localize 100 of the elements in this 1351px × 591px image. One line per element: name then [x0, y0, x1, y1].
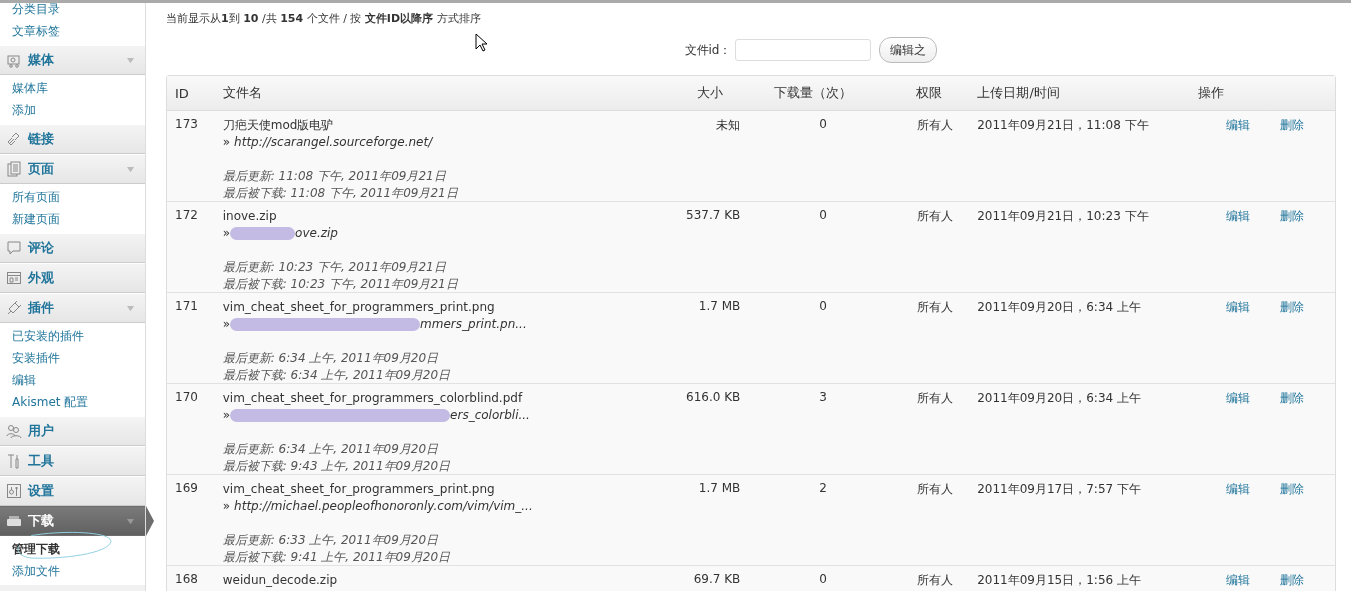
link-marker: »	[222, 225, 231, 242]
sidebar-menu-item[interactable]: 设置	[0, 476, 145, 506]
download-count-cell-text: 3	[818, 390, 828, 406]
last-updated-text: 最后更新: 6:34 上午, 2011年09月20日	[222, 441, 440, 458]
sidebar-menu-item[interactable]: 页面	[0, 154, 145, 184]
file-name: vim_cheat_sheet_for_programmers_print.png	[222, 481, 496, 498]
file-name: vim_cheat_sheet_for_programmers_colorblind.pdf	[222, 390, 524, 407]
dropdown-arrow-icon	[126, 517, 135, 525]
last-updated-text: 最后更新: 11:08 下午, 2011年09月21日	[222, 168, 447, 185]
current-pointer-icon	[146, 506, 154, 536]
last-updated-text: 最后更新: 10:23 下午, 2011年09月21日	[222, 259, 447, 276]
file-url: mmers_print.pn...	[420, 316, 527, 333]
mouse-cursor-icon	[475, 33, 487, 52]
delete-link[interactable]: 删除	[1279, 390, 1304, 474]
download-icon	[6, 513, 22, 529]
download-count-cell-text: 0	[818, 299, 828, 315]
user-icon	[6, 423, 22, 439]
file-url: http://scarangel.sourceforge.net/	[234, 134, 433, 151]
id-cell-text: 173	[174, 117, 199, 133]
sidebar-menu-item[interactable]: 评论	[0, 233, 145, 263]
id-cell-text: 170	[174, 390, 199, 406]
sidebar-menu-item[interactable]: 用户	[0, 416, 145, 446]
download-count-cell-text: 0	[818, 117, 828, 133]
theme-icon	[6, 270, 22, 286]
permission-cell-text: 所有人	[916, 481, 955, 498]
sidebar-subitem[interactable]: 管理下载	[0, 538, 145, 560]
column-header: 下载量（次）	[773, 84, 854, 102]
last-downloaded-text: 最后被下载: 6:34 上午, 2011年09月20日	[222, 367, 452, 384]
last-updated-text: 最后更新: 6:34 上午, 2011年09月20日	[222, 350, 440, 367]
sidebar-subitem[interactable]: 编辑	[0, 369, 145, 391]
column-header: 大小	[695, 84, 724, 102]
sidebar-menu-item[interactable]: 媒体	[0, 45, 145, 75]
id-cell-text: 169	[174, 481, 199, 497]
tool-icon	[6, 453, 22, 469]
edit-link[interactable]: 编辑	[1225, 572, 1250, 591]
edit-link[interactable]: 编辑	[1225, 481, 1250, 565]
delete-link[interactable]: 删除	[1279, 208, 1304, 292]
sidebar-menu-item[interactable]: 插件	[0, 293, 145, 323]
file-url: http://michael.peopleofhonoronly.com/vim/vim_...	[234, 498, 533, 515]
sidebar-subitem[interactable]: 新建页面	[0, 208, 145, 230]
sidebar-subitem[interactable]: Akismet 配置	[0, 391, 145, 413]
edit-link[interactable]: 编辑	[1225, 390, 1250, 474]
file-name: inove.zip	[222, 208, 278, 225]
column-header: ID	[174, 85, 190, 101]
file-name: 刀疤天使mod版电驴	[222, 117, 335, 134]
upload-date-cell-text: 2011年09月20日，6:34 上午	[976, 390, 1142, 407]
size-cell-text: 616.0 KB	[685, 390, 742, 406]
last-updated-text: 最后更新: 6:33 上午, 2011年09月20日	[222, 532, 440, 549]
comment-icon	[6, 240, 22, 256]
size-cell-text: 537.7 KB	[685, 208, 742, 224]
upload-date-cell-text: 2011年09月17日，7:57 下午	[976, 481, 1142, 498]
summary-text: 当前显示从1到 10 /共 154 个文件 / 按 文件ID以降序 方式排序	[166, 11, 482, 27]
size-cell-text: 1.7 MB	[697, 481, 742, 497]
id-cell-text: 171	[174, 299, 199, 315]
edit-button[interactable]: 编辑之	[879, 37, 938, 63]
file-id-label: 文件id：	[684, 41, 732, 59]
permission-cell-text: 所有人	[916, 390, 955, 407]
sidebar-subitem[interactable]: 添加文件	[0, 560, 145, 582]
edit-link[interactable]: 编辑	[1225, 117, 1250, 201]
column-header: 权限	[914, 84, 943, 102]
file-id-input[interactable]	[735, 39, 872, 61]
sidebar-menu-item[interactable]: 工具	[0, 446, 145, 476]
sidebar-menu-item[interactable]: 外观	[0, 263, 145, 293]
sidebar-subitem[interactable]: 添加	[0, 99, 145, 121]
column-header: 文件名	[221, 84, 263, 102]
file-name: vim_cheat_sheet_for_programmers_print.png	[222, 299, 496, 316]
file-url: ove.zip	[295, 225, 338, 242]
sidebar-subitem[interactable]: 媒体库	[0, 77, 145, 99]
edit-link[interactable]: 编辑	[1225, 299, 1250, 383]
link-marker: »	[222, 316, 231, 333]
upload-date-cell-text: 2011年09月20日，6:34 上午	[976, 299, 1142, 316]
plugin-icon	[6, 300, 22, 316]
upload-date-cell-text: 2011年09月15日，1:56 上午	[976, 572, 1142, 589]
dropdown-arrow-icon	[126, 56, 135, 64]
permission-cell-text: 所有人	[916, 572, 955, 589]
sidebar-subitem[interactable]: 所有页面	[0, 186, 145, 208]
file-url: ers_colorbli...	[450, 407, 530, 424]
size-cell-text: 1.7 MB	[697, 299, 742, 315]
link-marker: »	[222, 134, 231, 151]
sidebar-menu-item[interactable]: 链接	[0, 124, 145, 154]
last-downloaded-text: 最后被下载: 9:41 上午, 2011年09月20日	[222, 549, 452, 566]
sidebar-subitem[interactable]: 已安装的插件	[0, 325, 145, 347]
sidebar-subitem[interactable]: 文章标签	[0, 20, 145, 42]
sidebar-subitem[interactable]: 分类目录	[0, 3, 145, 20]
size-cell-text: 69.7 KB	[692, 572, 742, 588]
settings-icon	[6, 483, 22, 499]
delete-link[interactable]: 删除	[1279, 117, 1304, 201]
link-icon	[6, 131, 22, 147]
permission-cell-text: 所有人	[916, 299, 955, 316]
permission-cell-text: 所有人	[916, 117, 955, 134]
last-downloaded-text: 最后被下载: 10:23 下午, 2011年09月21日	[222, 276, 459, 293]
upload-date-cell-text: 2011年09月21日，11:08 下午	[976, 117, 1150, 134]
edit-link[interactable]: 编辑	[1225, 208, 1250, 292]
column-header: 操作	[1196, 84, 1225, 102]
delete-link[interactable]: 删除	[1279, 299, 1304, 383]
sidebar-subitem[interactable]: 安装插件	[0, 347, 145, 369]
delete-link[interactable]: 删除	[1279, 481, 1304, 565]
link-marker: »	[222, 407, 231, 424]
last-downloaded-text: 最后被下载: 11:08 下午, 2011年09月21日	[222, 185, 459, 202]
delete-link[interactable]: 删除	[1279, 572, 1304, 591]
